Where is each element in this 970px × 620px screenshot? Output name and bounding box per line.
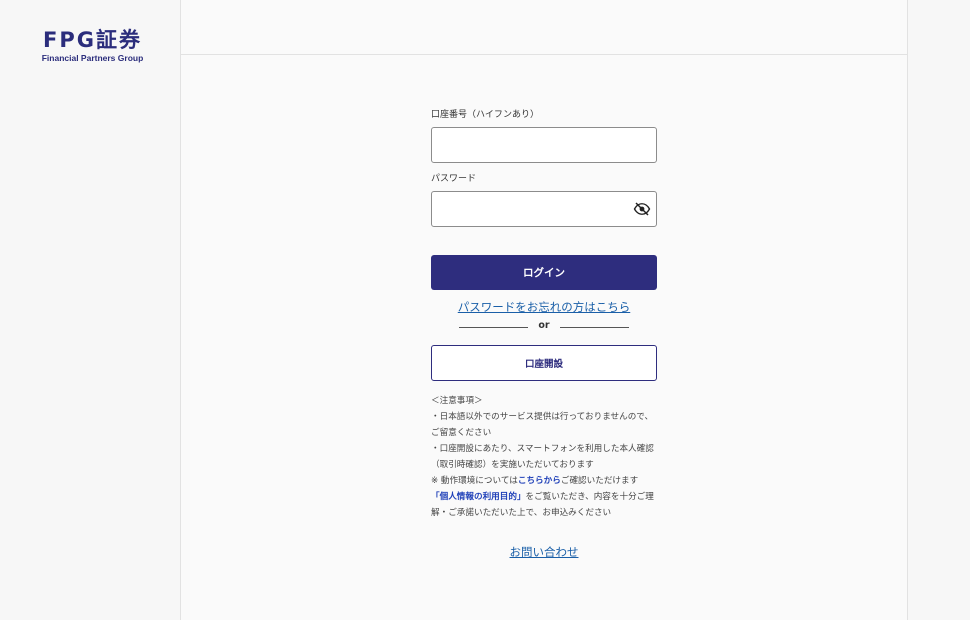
note-environment: ※ 動作環境についてはこちらからご確認いただけます [431,473,657,489]
top-bar [181,0,907,55]
sidebar: FPG証券 Financial Partners Group [0,0,181,620]
right-pane [907,0,970,620]
note-identity: ・口座開設にあたり、スマートフォンを利用した本人確認（取引時確認）を実施いただい… [431,444,654,470]
logo-title: FPG証券 [43,28,142,52]
privacy-purpose-link[interactable]: 「個人情報の利用目的」 [431,492,526,502]
forgot-password-link[interactable]: パスワードをお忘れの方はこちら [431,299,657,315]
note-environment-prefix: ※ 動作環境については [431,476,518,486]
environment-link[interactable]: こちらから [518,476,561,486]
password-field [431,191,657,227]
note-privacy: 「個人情報の利用目的」をご覧いただき、内容を十分ご理解・ご承諾いただいた上で、お… [431,489,657,521]
login-button[interactable]: ログイン [431,255,657,290]
or-divider: or [431,320,657,333]
login-form: 口座番号（ハイフンあり） パスワード ログイン パスワードをお忘れの方はこちら … [431,108,657,560]
note-environment-suffix: ご確認いただけます [560,476,639,486]
account-number-label: 口座番号（ハイフンあり） [431,110,540,120]
notes-section: ＜注意事項＞ ・日本語以外でのサービス提供は行っておりませんので、ご留意ください… [431,393,657,521]
eye-slash-icon[interactable] [633,200,651,218]
password-input[interactable] [431,191,657,227]
password-label: パスワード [431,174,477,184]
divider-line-right [560,327,629,328]
notes-heading: ＜注意事項＞ [431,396,483,406]
fpg-logo[interactable]: FPG証券 Financial Partners Group [30,28,155,64]
note-language: ・日本語以外でのサービス提供は行っておりませんので、ご留意ください [431,412,654,438]
account-number-input[interactable] [431,127,657,163]
logo-subtitle: Financial Partners Group [41,53,144,63]
login-page: FPG証券 Financial Partners Group 口座番号（ハイフン… [0,0,970,620]
or-text: or [538,320,550,331]
open-account-button[interactable]: 口座開設 [431,345,657,381]
contact-link[interactable]: お問い合わせ [431,544,657,560]
